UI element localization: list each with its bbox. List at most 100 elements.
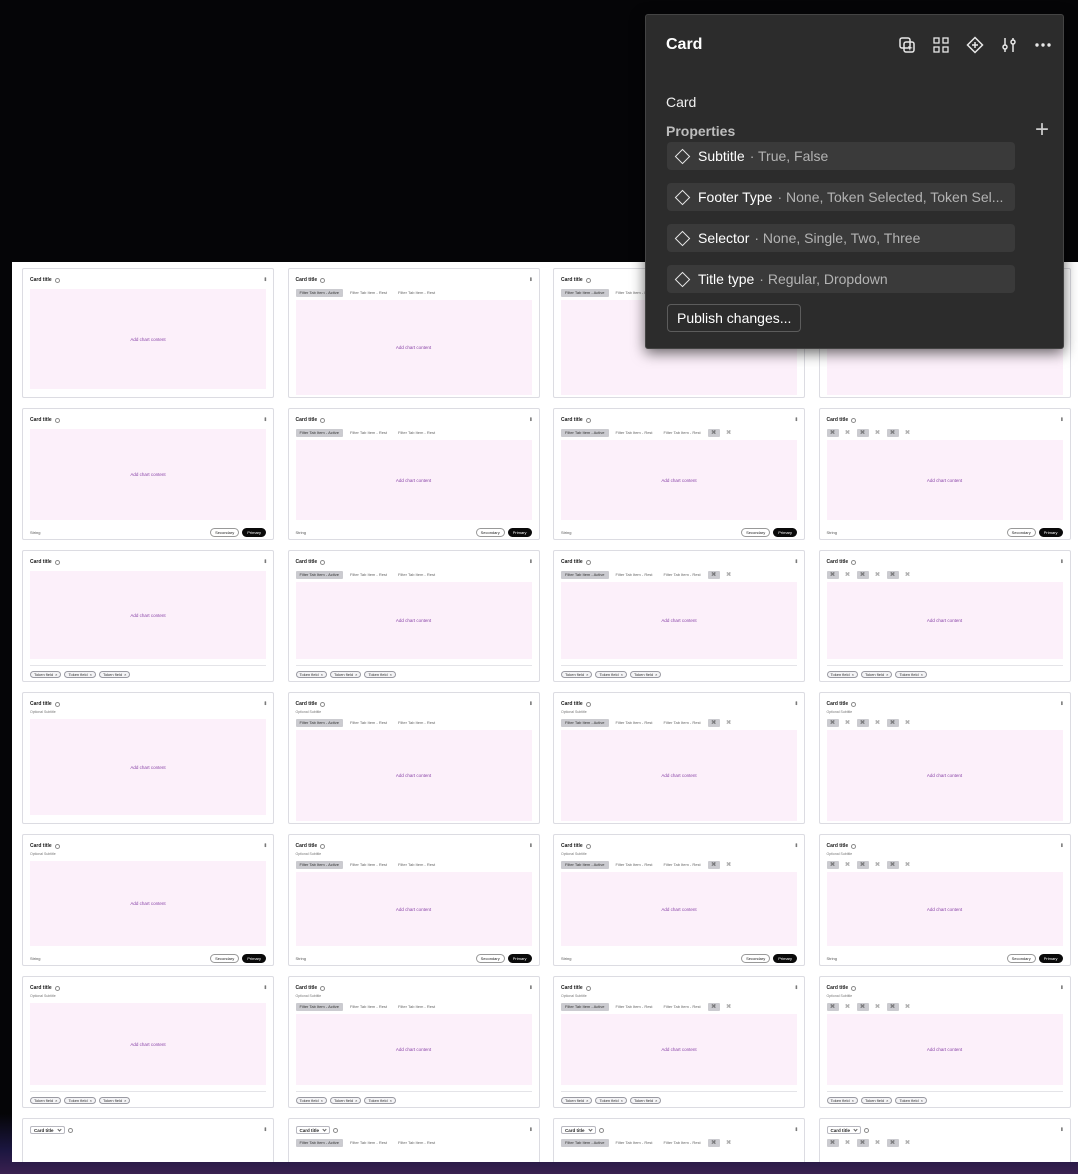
icon-tab[interactable]: ⌘ [872,571,884,579]
info-icon[interactable] [67,1127,73,1133]
kebab-menu-icon[interactable]: ••• [527,985,533,988]
icon-tab[interactable]: ⌘ [842,861,854,869]
card-variant[interactable]: Card title ••• Optional Subtitle Filter Tab… [553,976,805,1108]
token-remove-icon[interactable]: × [886,1098,888,1103]
filter-tab-active[interactable]: Filter Tab Item - Active [295,570,343,579]
kebab-menu-icon[interactable]: ••• [1058,701,1064,704]
property-row-selector[interactable]: Selector · None, Single, Two, Three [667,224,1015,252]
token-field[interactable]: Token field × [364,1097,396,1104]
icon-tab[interactable]: ⌘ [856,428,869,437]
info-icon[interactable] [54,277,60,283]
icon-tab[interactable]: ⌘ [842,719,854,727]
filter-tab-rest[interactable]: Filter Tab Item - Rest [612,1003,657,1011]
token-field[interactable]: Token field × [860,671,893,678]
filter-tab-rest[interactable]: Filter Tab Item - Rest [394,429,439,437]
filter-tab-rest[interactable]: Filter Tab Item - Rest [394,289,439,297]
token-field[interactable]: Token field × [364,671,396,678]
info-icon[interactable] [320,559,326,565]
icon-tab[interactable]: ⌘ [707,1138,720,1147]
chart-placeholder[interactable]: Add chart content [295,872,532,946]
icon-tab[interactable]: ⌘ [886,1138,899,1147]
token-field[interactable]: Token field × [329,671,362,678]
kebab-menu-icon[interactable]: ••• [1058,417,1064,420]
token-remove-icon[interactable]: × [90,672,92,677]
icon-tab[interactable]: ⌘ [842,571,854,579]
filter-tab-rest[interactable]: Filter Tab Item - Rest [660,1003,705,1011]
card-variant[interactable]: Card title•••Filter Tab Item - ActiveFil… [287,550,540,682]
filter-tab-rest[interactable]: Filter Tab Item - Rest [660,719,705,727]
title-dropdown[interactable]: Card title [561,1126,596,1134]
icon-tab[interactable]: ⌘ [872,861,884,869]
adjust-sliders-icon[interactable] [999,35,1019,55]
token-remove-icon[interactable]: × [55,1098,57,1103]
token-field[interactable]: Token field × [561,1097,593,1104]
kebab-menu-icon[interactable]: ••• [261,277,267,280]
token-remove-icon[interactable]: × [321,1098,323,1103]
primary-button[interactable]: Primary [242,953,266,963]
chart-placeholder[interactable]: Add chart content [826,872,1063,946]
icon-tab[interactable]: ⌘ [856,1138,869,1147]
token-remove-icon[interactable]: × [621,1098,623,1103]
card-variant[interactable]: Card title ••• Optional Subtitle Filter Tab… [287,976,540,1108]
filter-tab-active[interactable]: Filter Tab Item - Active [295,860,343,869]
icon-tab[interactable]: ⌘ [902,571,914,579]
filter-tab-rest[interactable]: Filter Tab Item - Rest [612,429,657,437]
component-diamond-icon[interactable] [965,35,985,55]
chart-placeholder[interactable]: Add chart content [561,872,797,946]
token-remove-icon[interactable]: × [355,672,357,677]
token-remove-icon[interactable]: × [586,1098,588,1103]
icon-tab[interactable]: ⌘ [723,571,735,579]
filter-tab-active[interactable]: Filter Tab Item - Active [295,1002,343,1011]
filter-tab-rest[interactable]: Filter Tab Item - Rest [346,861,391,869]
chart-placeholder[interactable]: Add chart content [30,571,266,659]
chart-placeholder[interactable]: Add chart content [826,1014,1063,1085]
token-remove-icon[interactable]: × [586,672,588,677]
token-remove-icon[interactable]: × [852,1098,854,1103]
icon-tab[interactable]: ⌘ [902,719,914,727]
token-remove-icon[interactable]: × [124,1098,126,1103]
info-icon[interactable] [54,417,60,423]
title-dropdown[interactable]: Card title [826,1126,862,1134]
kebab-menu-icon[interactable]: ••• [527,277,533,280]
grid-dots-icon[interactable] [931,35,951,55]
card-variant[interactable]: Card title ••• [22,1118,274,1162]
kebab-menu-icon[interactable]: ••• [792,985,798,988]
token-field[interactable]: Token field × [64,1097,96,1104]
icon-tab[interactable]: ⌘ [723,429,735,437]
info-icon[interactable] [585,559,591,565]
token-field[interactable]: Token field × [329,1097,362,1104]
kebab-menu-icon[interactable]: ••• [527,559,533,562]
icon-tab[interactable]: ⌘ [826,718,839,727]
card-variant[interactable]: Card title ••• ⌘ ⌘ ⌘ ⌘ ⌘ ⌘ Add chart content Stri… [818,408,1071,540]
filter-tab-active[interactable]: Filter Tab Item - Active [295,718,343,727]
info-icon[interactable] [864,1127,870,1133]
icon-tab[interactable]: ⌘ [826,1138,839,1147]
chart-placeholder[interactable]: Add chart content [561,582,797,659]
chart-placeholder[interactable]: Add chart content [30,861,266,946]
icon-tab[interactable]: ⌘ [872,1139,884,1147]
chart-placeholder[interactable]: Add chart content [295,440,532,520]
card-variant[interactable]: Card title ••• ⌘ ⌘ ⌘ ⌘ ⌘ ⌘ [818,1118,1071,1162]
filter-tab-active[interactable]: Filter Tab Item - Active [561,288,609,297]
card-variant[interactable]: Card title•••Filter Tab Item - ActiveFil… [287,268,540,398]
filter-tab-rest[interactable]: Filter Tab Item - Rest [394,861,439,869]
filter-tab-rest[interactable]: Filter Tab Item - Rest [612,1139,657,1147]
kebab-menu-icon[interactable]: ••• [261,417,267,420]
property-row-title-type[interactable]: Title type · Regular, Dropdown [667,265,1015,293]
card-variant[interactable]: Card title ••• Optional Subtitle Filter Tab… [287,692,540,824]
filter-tab-rest[interactable]: Filter Tab Item - Rest [346,1139,391,1147]
filter-tab-rest[interactable]: Filter Tab Item - Rest [612,719,657,727]
icon-tab[interactable]: ⌘ [886,718,899,727]
icon-tab[interactable]: ⌘ [872,719,884,727]
primary-button[interactable]: Primary [507,527,532,537]
chart-placeholder[interactable]: Add chart content [561,730,797,821]
filter-tab-rest[interactable]: Filter Tab Item - Rest [346,1003,391,1011]
icon-tab[interactable]: ⌘ [886,860,899,869]
icon-tab[interactable]: ⌘ [902,861,914,869]
icon-tab[interactable]: ⌘ [886,428,899,437]
info-icon[interactable] [585,277,591,283]
info-icon[interactable] [585,701,591,707]
secondary-button[interactable]: Secondary [1006,527,1036,537]
info-icon[interactable] [851,985,857,991]
card-variant[interactable]: Card title•••Filter Tab Item - ActiveFil… [553,1118,805,1162]
